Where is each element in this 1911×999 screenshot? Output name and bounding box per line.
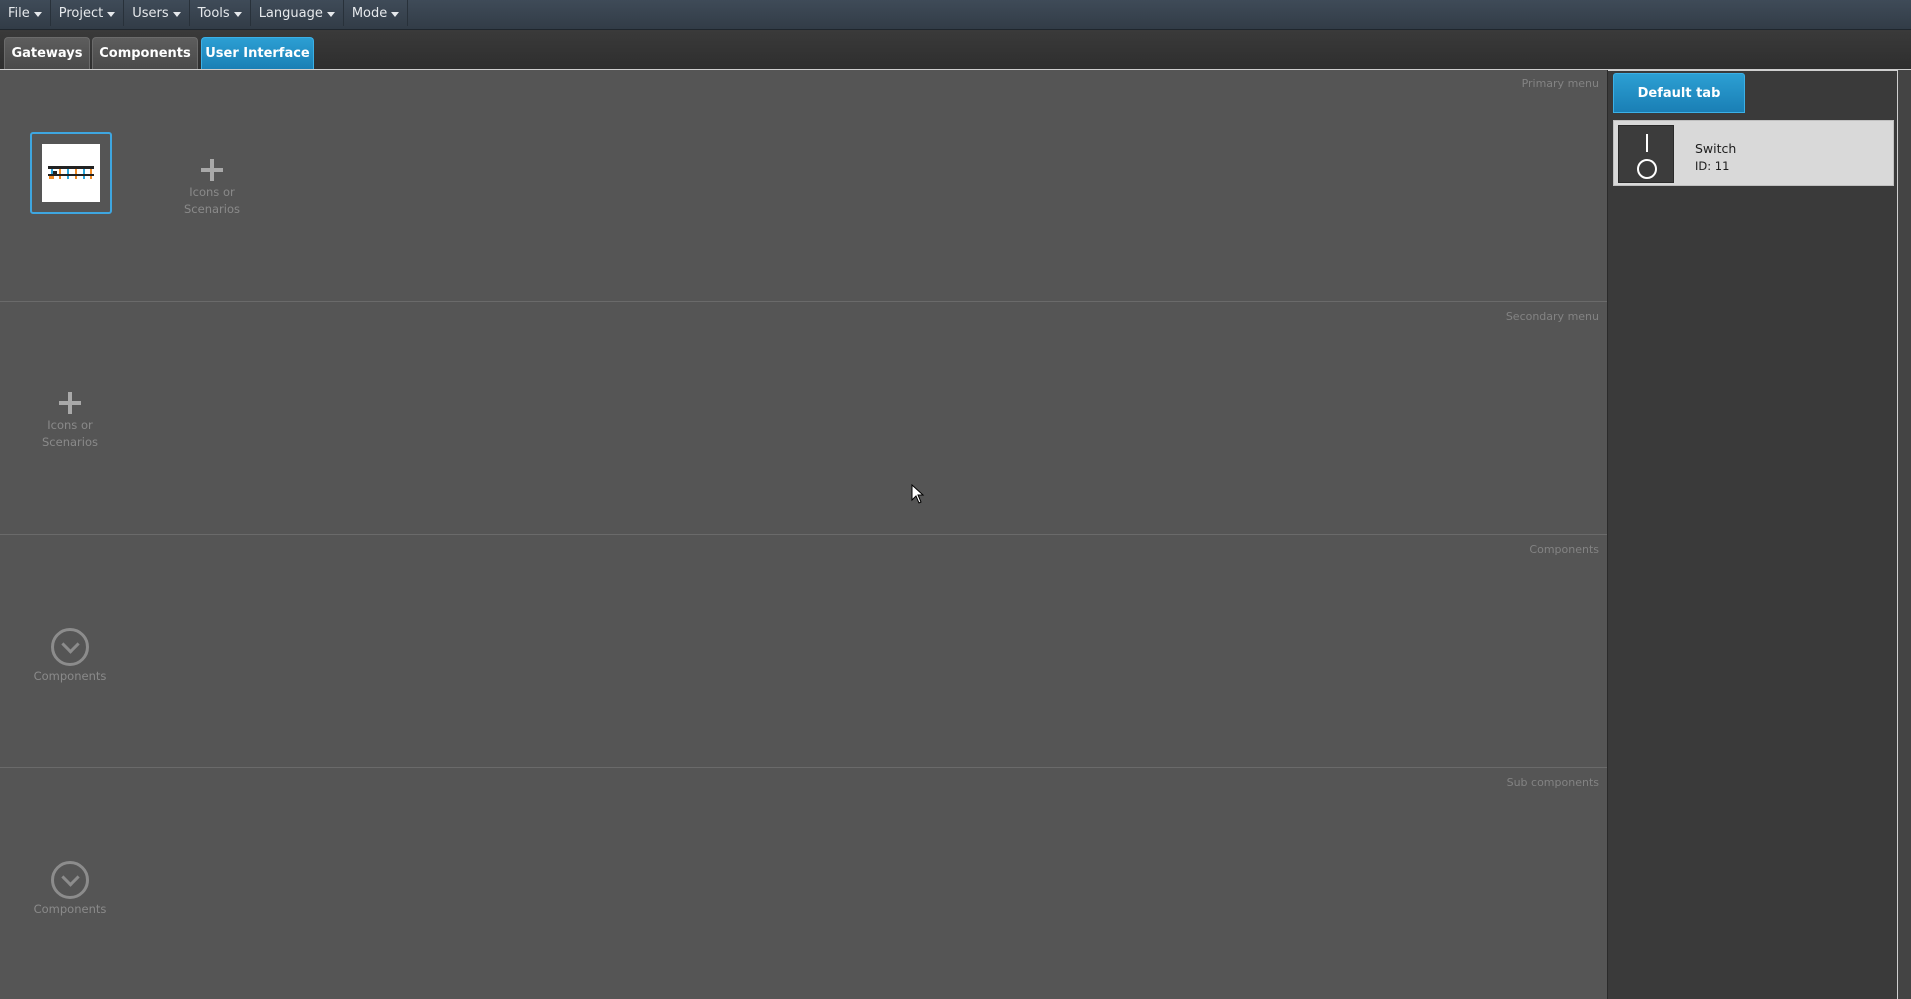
- menu-users[interactable]: Users: [124, 0, 190, 26]
- switch-bar: [1646, 134, 1648, 152]
- add-icon-or-scenario-secondary[interactable]: Icons or Scenarios: [30, 391, 110, 451]
- plus-icon: [58, 391, 82, 415]
- sub-components-section: Sub components Components: [0, 769, 1607, 999]
- switch-ring: [1637, 159, 1657, 179]
- add-slot-label: Icons or Scenarios: [42, 418, 98, 449]
- menu-language[interactable]: Language: [251, 0, 344, 26]
- tab-default[interactable]: Default tab: [1613, 73, 1745, 113]
- tab-components[interactable]: Components: [92, 37, 198, 69]
- menu-language-label: Language: [258, 5, 323, 21]
- tab-default-label: Default tab: [1637, 85, 1721, 101]
- menu-project[interactable]: Project: [51, 0, 125, 26]
- power-switch-icon: [1618, 125, 1674, 183]
- primary-menu-section: Primary menu Icons or Scenarios: [0, 70, 1607, 302]
- blinds-icon: [48, 166, 94, 179]
- component-name: Switch: [1695, 141, 1737, 156]
- caret-down-icon: [326, 11, 335, 17]
- mouse-cursor-icon: [911, 484, 925, 504]
- menu-tools[interactable]: Tools: [190, 0, 251, 26]
- circle-chevron-down-icon: [51, 861, 89, 899]
- add-slot-label: Icons or Scenarios: [184, 185, 240, 216]
- section-title-primary: Primary menu: [1521, 77, 1599, 90]
- menu-tools-label: Tools: [197, 5, 230, 21]
- tab-gateways[interactable]: Gateways: [4, 37, 90, 69]
- scrollbar-track[interactable]: [1897, 70, 1911, 999]
- primary-menu-icon-tile[interactable]: [30, 132, 112, 214]
- sub-component-slot-label: Components: [33, 902, 107, 916]
- menu-project-label: Project: [58, 5, 104, 21]
- section-title-components: Components: [1529, 543, 1599, 556]
- caret-down-icon: [107, 11, 116, 17]
- component-list-item[interactable]: Switch ID: 11: [1613, 120, 1894, 186]
- circle-chevron-down-icon: [51, 628, 89, 666]
- secondary-menu-section: Secondary menu Icons or Scenarios: [0, 303, 1607, 535]
- components-section: Components Components: [0, 536, 1607, 768]
- component-panel: Default tab Switch ID: 11: [1607, 70, 1898, 999]
- tab-gateways-label: Gateways: [11, 46, 83, 61]
- component-slot-label: Components: [33, 669, 107, 683]
- caret-down-icon: [391, 11, 400, 17]
- add-icon-or-scenario-primary[interactable]: Icons or Scenarios: [172, 158, 252, 218]
- menu-bar: File Project Users Tools Language Mode: [0, 0, 1911, 30]
- menu-file[interactable]: File: [0, 0, 51, 26]
- plus-icon: [200, 158, 224, 182]
- component-id: ID: 11: [1695, 159, 1730, 173]
- add-sub-component-slot[interactable]: Components: [30, 861, 110, 918]
- menu-mode[interactable]: Mode: [344, 0, 409, 26]
- menu-file-label: File: [8, 5, 30, 21]
- caret-down-icon: [33, 11, 42, 17]
- section-title-secondary: Secondary menu: [1505, 310, 1599, 323]
- caret-down-icon: [172, 11, 181, 17]
- right-edge-divider: [1897, 70, 1898, 999]
- tab-user-interface[interactable]: User Interface: [201, 37, 314, 69]
- section-title-sub-components: Sub components: [1506, 776, 1599, 789]
- tab-user-interface-label: User Interface: [205, 46, 310, 61]
- caret-down-icon: [233, 11, 242, 17]
- tab-components-label: Components: [99, 46, 191, 61]
- menu-mode-label: Mode: [351, 5, 388, 21]
- panel-divider: [1608, 70, 1898, 71]
- menu-users-label: Users: [132, 5, 169, 21]
- add-component-slot[interactable]: Components: [30, 628, 110, 685]
- menu-icon-thumbnail: [42, 144, 100, 202]
